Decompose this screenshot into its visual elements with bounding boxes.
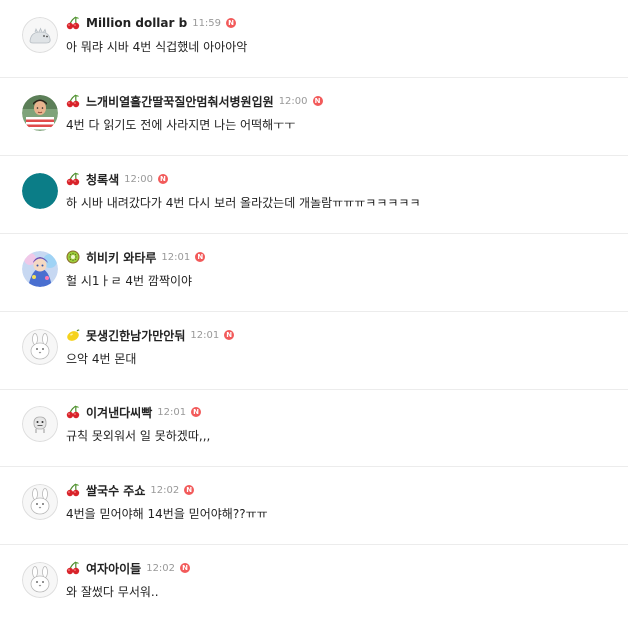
new-badge: N xyxy=(180,563,191,573)
new-badge: N xyxy=(184,485,195,495)
comment-text: 4번을 믿어야해 14번을 믿어야해??ㅠㅠ xyxy=(66,507,268,521)
timestamp: 12:01 xyxy=(190,329,220,341)
comment-header: 쌀국수 주쇼 12:02 N xyxy=(66,481,195,499)
timestamp: 12:00 xyxy=(278,95,308,107)
timestamp: 12:02 xyxy=(146,562,176,574)
comment-header: 느개비열흘간딸꾹질안멈춰서병원입원 12:00 N xyxy=(66,92,323,110)
comment-header: 청록색 12:00 N xyxy=(66,170,168,188)
timestamp: 11:59 xyxy=(192,17,222,29)
rabbit-avatar[interactable] xyxy=(22,329,58,365)
dinosaur-avatar[interactable] xyxy=(22,17,58,53)
cherry-icon xyxy=(66,483,80,497)
nickname[interactable]: Million dollar b xyxy=(86,16,187,30)
timestamp: 12:00 xyxy=(124,173,153,185)
nickname[interactable]: 느개비열흘간딸꾹질안멈춰서병원입원 xyxy=(86,93,274,110)
comment-item: 쌀국수 주쇼 12:02 N 4번을 믿어야해 14번을 믿어야해??ㅠㅠ xyxy=(0,467,628,545)
rabbit-avatar[interactable] xyxy=(22,484,58,520)
new-badge: N xyxy=(224,330,235,340)
rabbit-avatar[interactable] xyxy=(22,562,58,598)
comment-header: 못생긴한남가만안둬 12:01 N xyxy=(66,326,235,344)
comment-item: 못생긴한남가만안둬 12:01 N 으악 4번 몬대 xyxy=(0,312,628,390)
teal-avatar[interactable] xyxy=(22,173,58,209)
comment-text: 헐 시1ㅏㄹ 4번 깜짝이야 xyxy=(66,274,193,288)
new-badge: N xyxy=(312,96,323,106)
cherry-icon xyxy=(66,94,80,108)
comment-item: 느개비열흘간딸꾹질안멈춰서병원입원 12:00 N 4번 다 읽기도 전에 사라지면 … xyxy=(0,78,628,156)
photo-avatar[interactable] xyxy=(22,95,58,131)
nickname[interactable]: 히비키 와타루 xyxy=(86,249,156,266)
timestamp: 12:02 xyxy=(150,484,180,496)
cherry-icon xyxy=(66,172,80,186)
nickname[interactable]: 못생긴한남가만안둬 xyxy=(86,327,185,344)
comment-item: Million dollar b 11:59 N 아 뭐랴 시바 4번 식겁했네 아아… xyxy=(0,0,628,78)
kiwi-icon xyxy=(66,250,80,264)
nickname[interactable]: 이겨낸다씨빡 xyxy=(86,404,152,421)
character-avatar[interactable] xyxy=(22,251,58,287)
comment-item: 청록색 12:00 N 하 시바 내려갔다가 4번 다시 보러 올라갔는데 개놀람ㅠㅠ… xyxy=(0,156,628,234)
comment-header: 여자아이들 12:02 N xyxy=(66,559,191,577)
timestamp: 12:01 xyxy=(157,406,187,418)
cherry-icon xyxy=(66,16,80,30)
nickname[interactable]: 청록색 xyxy=(86,171,119,188)
new-badge: N xyxy=(191,407,202,417)
comment-text: 으악 4번 몬대 xyxy=(66,352,137,366)
comment-item: 히비키 와타루 12:01 N 헐 시1ㅏㄹ 4번 깜짝이야 xyxy=(0,234,628,312)
nickname[interactable]: 쌀국수 주쇼 xyxy=(86,482,145,499)
comment-item: 이겨낸다씨빡 12:01 N 규칙 못외워서 일 못하겠따,,, xyxy=(0,389,628,467)
cherry-icon xyxy=(66,405,80,419)
new-badge: N xyxy=(157,174,168,184)
cherry-icon xyxy=(66,561,80,575)
new-badge: N xyxy=(195,252,206,262)
comment-text: 하 시바 내려갔다가 4번 다시 보러 올라갔는데 개놀람ㅠㅠㅠㅋㅋㅋㅋㅋ xyxy=(66,196,421,210)
comment-text: 4번 다 읽기도 전에 사라지면 나는 어떡해ㅜㅜ xyxy=(66,118,296,132)
comment-text: 와 잘썼다 무서워.. xyxy=(66,585,159,599)
comment-header: 히비키 와타루 12:01 N xyxy=(66,248,206,266)
comment-text: 아 뭐랴 시바 4번 식겁했네 아아아악 xyxy=(66,40,248,54)
comment-header: Million dollar b 11:59 N xyxy=(66,14,237,32)
comment-header: 이겨낸다씨빡 12:01 N xyxy=(66,403,202,421)
robot-avatar[interactable] xyxy=(22,406,58,442)
lemon-icon xyxy=(66,328,80,342)
timestamp: 12:01 xyxy=(161,251,191,263)
nickname[interactable]: 여자아이들 xyxy=(86,560,141,577)
comment-item: 여자아이들 12:02 N 와 잘썼다 무서워.. xyxy=(0,545,628,623)
comment-text: 규칙 못외워서 일 못하겠따,,, xyxy=(66,429,211,443)
new-badge: N xyxy=(226,18,237,28)
